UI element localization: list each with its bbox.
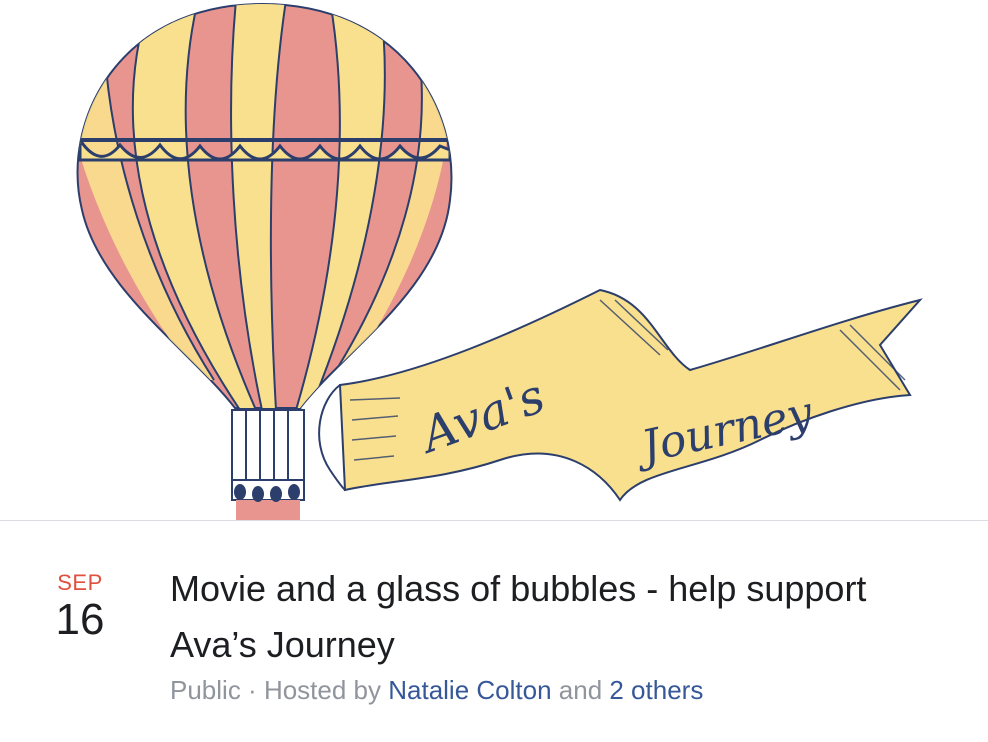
- hot-air-balloon-illustration: Ava's Journey: [76, 2, 923, 520]
- host-name-link[interactable]: Natalie Colton: [388, 675, 551, 705]
- others-hosts-link[interactable]: 2 others: [609, 675, 703, 705]
- event-cover-photo[interactable]: Ava's Journey: [0, 0, 988, 521]
- hosted-by-label: Hosted by: [263, 675, 389, 705]
- event-privacy: Public: [170, 675, 241, 705]
- and-label: and: [551, 675, 610, 705]
- event-title[interactable]: Movie and a glass of bubbles - help supp…: [170, 561, 960, 673]
- event-details: SEP 16 Movie and a glass of bubbles - he…: [0, 521, 988, 742]
- event-day: 16: [55, 595, 105, 644]
- banner-ribbon: [338, 288, 923, 502]
- event-month: SEP: [57, 570, 103, 595]
- event-date-box: SEP 16: [40, 571, 120, 645]
- event-meta: Public · Hosted by Natalie Colton and 2 …: [170, 673, 970, 707]
- meta-separator: ·: [240, 675, 264, 705]
